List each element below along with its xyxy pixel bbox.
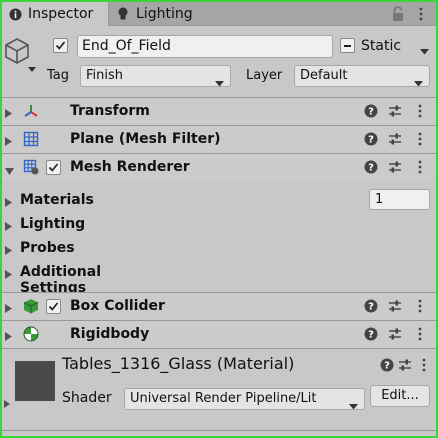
component-title: Mesh Renderer: [70, 159, 190, 175]
box-collider-enabled-checkbox[interactable]: [46, 299, 61, 314]
edit-shader-button[interactable]: Edit...: [370, 385, 430, 407]
foldout-arrow-icon[interactable]: [5, 268, 12, 283]
property-label: Probes: [20, 240, 75, 256]
foldout-arrow-icon[interactable]: [5, 244, 12, 259]
mesh-renderer-enabled-checkbox[interactable]: [46, 160, 61, 175]
help-icon[interactable]: ?: [364, 132, 378, 146]
tab-inspector[interactable]: Inspector: [2, 2, 109, 26]
foldout-arrow-icon[interactable]: [5, 220, 12, 235]
foldout-arrow-icon[interactable]: [5, 135, 12, 150]
tab-lighting[interactable]: Lighting: [110, 2, 240, 26]
tag-value: Finish: [86, 68, 124, 83]
shader-label: Shader: [62, 390, 112, 406]
help-icon[interactable]: ?: [380, 358, 394, 372]
svg-text:?: ?: [368, 330, 374, 341]
layer-caret-icon: [414, 74, 423, 94]
material-title: Tables_1316_Glass (Material): [62, 354, 295, 373]
material-preview-swatch: [15, 361, 55, 401]
svg-text:?: ?: [368, 163, 374, 174]
presets-icon[interactable]: [398, 358, 412, 372]
shader-caret-icon: [349, 397, 358, 417]
mesh-renderer-icon: [23, 159, 39, 175]
info-icon: [6, 8, 24, 21]
property-label: Lighting: [20, 216, 86, 232]
component-title: Rigidbody: [70, 326, 150, 342]
presets-icon[interactable]: [388, 327, 402, 341]
svg-text:?: ?: [384, 361, 390, 372]
component-rigidbody[interactable]: Rigidbody ?: [2, 321, 436, 348]
context-menu-icon[interactable]: [417, 358, 431, 372]
component-title: Transform: [70, 103, 150, 119]
foldout-arrow-icon[interactable]: [5, 196, 12, 211]
object-name-field[interactable]: End_Of_Field: [77, 35, 333, 58]
svg-text:?: ?: [368, 107, 374, 118]
context-menu-icon[interactable]: [413, 327, 427, 341]
gameobject-cube-icon[interactable]: [4, 37, 30, 65]
tab-lighting-label: Lighting: [136, 6, 193, 22]
component-mesh-renderer[interactable]: Mesh Renderer ?: [2, 154, 436, 181]
tab-inspector-label: Inspector: [28, 6, 94, 22]
svg-text:?: ?: [368, 135, 374, 146]
foldout-arrow-icon[interactable]: [5, 302, 12, 317]
tag-label: Tag: [47, 68, 70, 83]
mesh-filter-icon: [23, 131, 39, 147]
component-title: Plane (Mesh Filter): [70, 131, 221, 147]
material-foldout-arrow-icon[interactable]: [4, 397, 10, 412]
component-title: Box Collider: [70, 298, 165, 314]
foldout-arrow-icon[interactable]: [5, 107, 12, 122]
layer-value: Default: [300, 68, 348, 83]
context-menu-icon[interactable]: [413, 299, 427, 313]
lightbulb-icon: [114, 7, 132, 21]
box-collider-icon: [23, 298, 39, 314]
layer-dropdown[interactable]: Default: [294, 65, 430, 87]
lock-icon[interactable]: [391, 6, 405, 22]
divider: [2, 430, 436, 431]
materials-size-field[interactable]: 1: [369, 189, 430, 210]
icon-dropdown-arrow-icon[interactable]: [28, 62, 36, 72]
help-icon[interactable]: ?: [364, 299, 378, 313]
presets-icon[interactable]: [388, 132, 402, 146]
static-checkbox[interactable]: [340, 38, 355, 53]
svg-text:?: ?: [368, 302, 374, 313]
static-label: Static: [361, 38, 402, 54]
help-icon[interactable]: ?: [364, 327, 378, 341]
context-menu-icon[interactable]: [413, 132, 427, 146]
component-box-collider[interactable]: Box Collider ?: [2, 293, 436, 320]
foldout-arrow-icon[interactable]: [5, 330, 12, 345]
rigidbody-icon: [23, 326, 39, 342]
tab-bar: Inspector Lighting: [2, 2, 436, 26]
component-mesh-filter[interactable]: Plane (Mesh Filter) ?: [2, 126, 436, 153]
tag-dropdown[interactable]: Finish: [80, 65, 231, 87]
layer-label: Layer: [246, 68, 283, 83]
presets-icon[interactable]: [388, 160, 402, 174]
tag-caret-icon: [215, 74, 224, 94]
divider: [2, 348, 436, 349]
tab-menu-icon[interactable]: [414, 7, 428, 21]
static-dropdown-caret-icon[interactable]: [420, 44, 429, 59]
presets-icon[interactable]: [388, 299, 402, 313]
transform-icon: [23, 103, 39, 119]
property-label: Materials: [20, 192, 94, 208]
context-menu-icon[interactable]: [413, 160, 427, 174]
active-checkbox[interactable]: [53, 38, 68, 53]
component-transform[interactable]: Transform ?: [2, 98, 436, 125]
help-icon[interactable]: ?: [364, 160, 378, 174]
foldout-arrow-expanded-icon[interactable]: [5, 164, 14, 179]
help-icon[interactable]: ?: [364, 104, 378, 118]
presets-icon[interactable]: [388, 104, 402, 118]
context-menu-icon[interactable]: [413, 104, 427, 118]
shader-value: Universal Render Pipeline/Lit: [130, 391, 317, 406]
shader-dropdown[interactable]: Universal Render Pipeline/Lit: [124, 388, 365, 410]
